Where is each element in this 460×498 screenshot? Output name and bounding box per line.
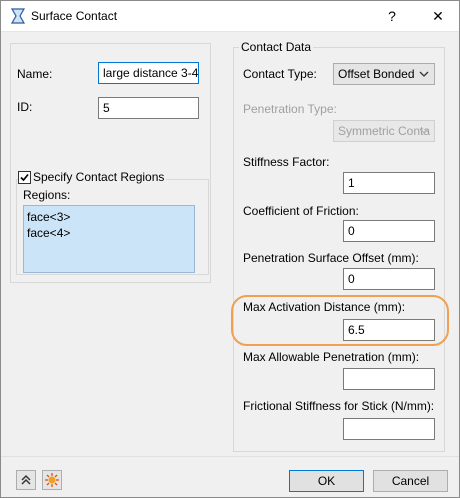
- penetration-type-label: Penetration Type:: [243, 102, 337, 116]
- title-bar[interactable]: Surface Contact ? ✕: [1, 1, 459, 32]
- frictional-stiffness-label: Frictional Stiffness for Stick (N/mm):: [243, 399, 435, 413]
- surface-contact-icon: [10, 8, 26, 24]
- stiffness-factor-label: Stiffness Factor:: [243, 155, 330, 169]
- contact-type-value: Offset Bonded: [338, 67, 415, 81]
- penetration-offset-field[interactable]: 0: [343, 268, 435, 290]
- burst-icon: [45, 473, 59, 487]
- collapse-button[interactable]: [16, 470, 36, 490]
- penetration-type-select[interactable]: Symmetric Conta: [333, 120, 435, 142]
- contact-data-title: Contact Data: [239, 40, 314, 54]
- footer-divider: [1, 456, 459, 457]
- help-button[interactable]: ?: [381, 6, 403, 26]
- window-title: Surface Contact: [31, 9, 118, 23]
- specify-regions-checkbox[interactable]: [18, 171, 31, 184]
- name-label: Name:: [17, 67, 53, 81]
- cancel-button[interactable]: Cancel: [373, 470, 448, 492]
- max-penetration-field[interactable]: [343, 368, 435, 390]
- penetration-offset-label: Penetration Surface Offset (mm):: [243, 251, 419, 265]
- friction-coefficient-field[interactable]: 0: [343, 220, 435, 242]
- max-penetration-label: Max Allowable Penetration (mm):: [243, 350, 420, 364]
- double-chevron-up-icon: [21, 474, 31, 485]
- regions-label: Regions:: [23, 188, 71, 202]
- options-button[interactable]: [42, 470, 62, 490]
- contact-type-select[interactable]: Offset Bonded: [333, 63, 435, 85]
- chevron-down-icon: [419, 71, 429, 77]
- regions-list[interactable]: face<3> face<4>: [23, 205, 195, 273]
- id-label: ID:: [17, 100, 33, 114]
- chevron-down-icon: [419, 128, 429, 134]
- friction-coefficient-label: Coefficient of Friction:: [243, 204, 359, 218]
- list-item[interactable]: face<4>: [27, 225, 191, 241]
- surface-contact-dialog: Surface Contact ? ✕ Name: large distance…: [0, 0, 460, 498]
- highlight-annotation: [231, 295, 449, 346]
- ok-button[interactable]: OK: [289, 470, 364, 492]
- specify-regions-label: Specify Contact Regions: [31, 170, 167, 184]
- frictional-stiffness-field[interactable]: [343, 418, 435, 440]
- penetration-type-value: Symmetric Conta: [338, 124, 431, 138]
- stiffness-factor-field[interactable]: 1: [343, 172, 435, 194]
- contact-type-label: Contact Type:: [243, 67, 317, 81]
- name-field[interactable]: large distance 3-4: [98, 62, 199, 84]
- check-icon: [20, 173, 29, 182]
- list-item[interactable]: face<3>: [27, 209, 191, 225]
- close-button[interactable]: ✕: [427, 6, 449, 26]
- id-field[interactable]: 5: [98, 97, 199, 119]
